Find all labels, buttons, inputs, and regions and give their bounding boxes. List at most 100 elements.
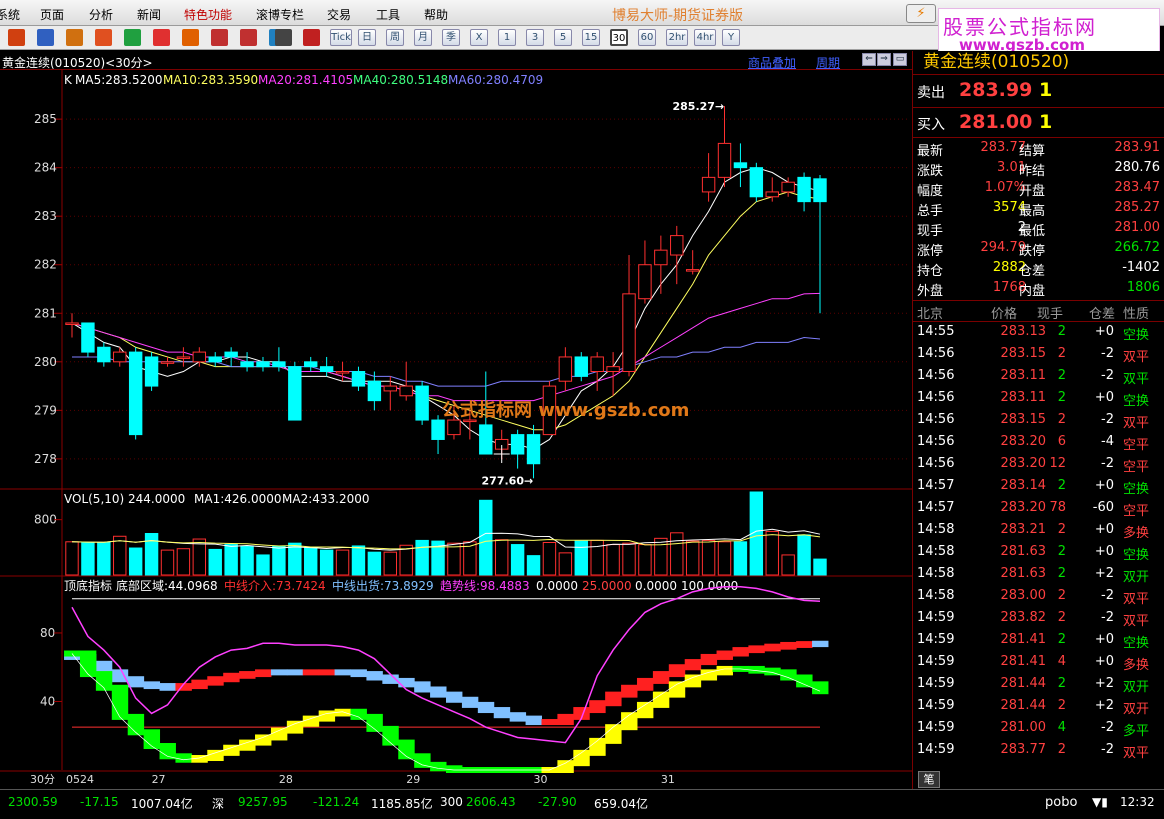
- brand-logo: pobo: [1045, 795, 1078, 810]
- tick-time: 14:58: [917, 522, 955, 537]
- bottom-stair-block: [239, 739, 256, 751]
- mid-stair-block: [589, 700, 606, 714]
- mid-stair-block: [652, 671, 670, 684]
- volume-bar: [224, 544, 238, 576]
- flash-icon[interactable]: ⚡: [906, 4, 936, 23]
- ma-legend-4: MA40:280.5148: [353, 73, 448, 87]
- candle: [510, 434, 525, 455]
- tick-price: 283.20: [1000, 456, 1047, 471]
- window-icon[interactable]: ▭: [893, 53, 907, 66]
- tick-oi: -2: [1101, 346, 1114, 361]
- period-1[interactable]: 1: [498, 29, 516, 46]
- menu-2[interactable]: 分析: [89, 6, 113, 23]
- toolbar-tool-icon-6[interactable]: [182, 29, 199, 46]
- layout-right-icon[interactable]: ⇒: [877, 53, 891, 66]
- period-季[interactable]: 季: [442, 29, 460, 46]
- menu-1[interactable]: 页面: [40, 6, 64, 23]
- candle: [399, 385, 413, 397]
- period-周[interactable]: 周: [386, 29, 404, 46]
- quote-label: 外盘: [917, 284, 944, 299]
- volume-bar: [144, 533, 159, 576]
- tab-ticks[interactable]: 笔: [918, 771, 940, 788]
- period-Tick[interactable]: Tick: [330, 29, 352, 46]
- menu-7[interactable]: 工具: [376, 6, 400, 23]
- chart-tool-icon-0[interactable]: [275, 29, 292, 46]
- candle: [606, 366, 620, 373]
- period-15[interactable]: 15: [582, 29, 600, 46]
- tick-qty: 2: [1057, 544, 1066, 559]
- ma-legend-3: MA20:281.4105: [258, 73, 353, 87]
- vol-legend-2: MA2:433.2000: [282, 492, 370, 506]
- period-X[interactable]: X: [470, 29, 488, 46]
- overlay-link[interactable]: 商品叠加: [748, 54, 796, 71]
- chart-area[interactable]: K MA5:283.5200 MA10:283.3590 MA20:281.4105 M…: [0, 70, 912, 789]
- menu-4[interactable]: 特色功能: [184, 6, 232, 23]
- tick-qty: 12: [1049, 456, 1066, 471]
- volume-bar: [176, 548, 191, 576]
- mid-stair-block: [159, 683, 176, 691]
- quote-label: 涨停: [917, 244, 944, 259]
- tick-qty: 2: [1057, 390, 1066, 405]
- mid-stair-block: [812, 640, 829, 648]
- tick-time: 14:56: [917, 390, 955, 405]
- menu-8[interactable]: 帮助: [424, 6, 448, 23]
- tick-price: 283.20: [1000, 500, 1047, 515]
- period-月[interactable]: 月: [414, 29, 432, 46]
- candle: [128, 351, 143, 436]
- period-60[interactable]: 60: [638, 29, 656, 46]
- tick-time: 14:56: [917, 456, 955, 471]
- toolbar-tool-icon-5[interactable]: [153, 29, 170, 46]
- toolbar-tool-icon-2[interactable]: [66, 29, 83, 46]
- volume-bar: [479, 499, 493, 576]
- toolbar-tool-icon-7[interactable]: [211, 29, 228, 46]
- chart-tool-icon-1[interactable]: [303, 29, 320, 46]
- volume-bar: [160, 549, 175, 576]
- quote-label: 跌停: [1019, 244, 1046, 259]
- tick-oi: -4: [1101, 434, 1114, 449]
- tick-header-4: 性质: [1123, 307, 1150, 322]
- tick-qty: 2: [1057, 478, 1066, 493]
- menu-5[interactable]: 滚博专栏: [256, 6, 304, 23]
- quote-label: 最低: [1019, 224, 1046, 239]
- mid-stair-block: [127, 676, 145, 688]
- period-Y[interactable]: Y: [722, 29, 740, 46]
- tick-price: 283.11: [1000, 368, 1047, 383]
- mid-stair-block: [509, 712, 527, 722]
- candle: [685, 269, 700, 272]
- tick-price: 283.21: [1000, 522, 1047, 537]
- quote-value: 283.91: [1114, 140, 1161, 155]
- price-tick: 282: [34, 258, 57, 272]
- period-30[interactable]: 30: [610, 29, 628, 46]
- toolbar-tool-icon-4[interactable]: [124, 29, 141, 46]
- signal-icon: ▼▮: [1092, 795, 1108, 809]
- buy-label: 买入: [917, 117, 945, 133]
- tick-time: 14:55: [917, 324, 955, 339]
- layout-left-icon[interactable]: ⇐: [862, 53, 876, 66]
- menu-0[interactable]: 系统: [0, 6, 20, 23]
- ma-legend-0: K: [64, 73, 73, 87]
- volume-bar: [415, 539, 429, 576]
- period-2hr[interactable]: 2hr: [666, 29, 688, 46]
- period-4hr[interactable]: 4hr: [694, 29, 716, 46]
- bottom-stair-block: [159, 743, 176, 760]
- tick-nature: 双开: [1123, 702, 1150, 717]
- x-tick: 29: [406, 773, 420, 786]
- toolbar-tool-icon-0[interactable]: [8, 29, 25, 46]
- toolbar-tool-icon-3[interactable]: [95, 29, 112, 46]
- menu-6[interactable]: 交易: [327, 6, 351, 23]
- volume-bar: [510, 544, 525, 576]
- toolbar-tool-icon-1[interactable]: [37, 29, 54, 46]
- tick-nature: 双平: [1123, 350, 1150, 365]
- period-日[interactable]: 日: [358, 29, 376, 46]
- candle: [781, 181, 795, 193]
- toolbar-tool-icon-8[interactable]: [240, 29, 257, 46]
- menu-3[interactable]: 新闻: [137, 6, 161, 23]
- period-link[interactable]: 周期: [816, 54, 840, 71]
- period-3[interactable]: 3: [526, 29, 544, 46]
- quote-label: 幅度: [917, 184, 944, 199]
- volume-bar: [319, 549, 334, 576]
- status-item-0: 2300.59: [8, 795, 58, 809]
- candle: [335, 371, 350, 374]
- period-5[interactable]: 5: [554, 29, 572, 46]
- price-tick: 281: [34, 306, 57, 320]
